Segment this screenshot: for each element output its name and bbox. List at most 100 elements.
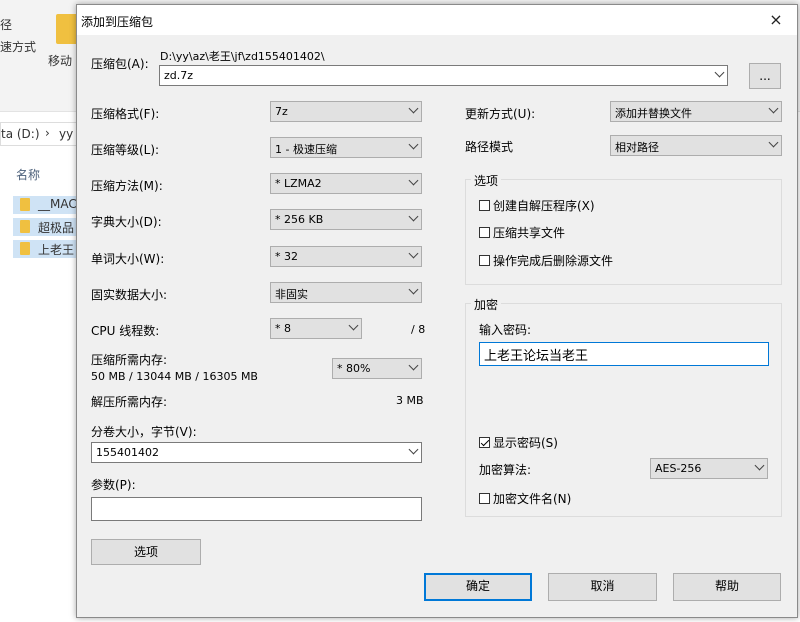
address-drive: ta (D:) — [1, 127, 40, 141]
enc-names-checkbox[interactable]: 加密文件名(N) — [479, 490, 571, 507]
column-header-name[interactable]: 名称 — [16, 166, 40, 183]
file-name: 超极品 — [38, 221, 75, 235]
password-label: 输入密码: — [479, 323, 532, 337]
solid-label: 固实数据大小: — [91, 288, 168, 302]
params-input[interactable] — [91, 497, 422, 521]
chevron-down-icon — [754, 460, 765, 471]
chevron-down-icon — [408, 284, 419, 295]
cancel-button[interactable]: 取消 — [548, 573, 657, 601]
add-to-archive-dialog: 添加到压缩包 × 压缩包(A): D:\yy\az\老王\jf\zd155401… — [76, 4, 798, 618]
opt-delete-label: 操作完成后删除源文件 — [493, 254, 614, 268]
ribbon-text: 速方式 — [0, 40, 37, 54]
chevron-down-icon — [768, 137, 779, 148]
mem-percent-select[interactable]: * 80% — [332, 358, 422, 379]
pathmode-label: 路径模式 — [465, 140, 514, 154]
options-button[interactable]: 选项 — [91, 539, 201, 565]
archive-name-value: zd.7z — [164, 69, 194, 82]
method-select[interactable]: * LZMA2 — [270, 173, 422, 194]
file-name: __MAC — [38, 197, 77, 211]
archive-name-combo[interactable]: zd.7z — [159, 65, 728, 86]
opt-shared-checkbox[interactable]: 压缩共享文件 — [479, 224, 565, 241]
pathmode-select[interactable]: 相对路径 — [610, 135, 782, 156]
browse-button[interactable]: ... — [749, 63, 781, 89]
level-label: 压缩等级(L): — [91, 143, 160, 157]
pathmode-value: 相对路径 — [615, 141, 659, 154]
folder-icon — [20, 242, 30, 255]
ribbon-text: 径 — [0, 18, 13, 32]
split-value: 155401402 — [96, 446, 159, 459]
close-icon[interactable]: × — [765, 9, 787, 31]
dict-value: * 256 KB — [275, 213, 324, 226]
mem-comp-value: 50 MB / 13044 MB / 16305 MB — [91, 370, 258, 383]
solid-select[interactable]: 非固实 — [270, 282, 422, 303]
opt-shared-label: 压缩共享文件 — [493, 226, 566, 240]
enc-names-label: 加密文件名(N) — [493, 492, 572, 506]
chevron-down-icon — [408, 360, 419, 371]
update-select[interactable]: 添加并替换文件 — [610, 101, 782, 122]
folder-icon — [20, 198, 30, 211]
help-button[interactable]: 帮助 — [673, 573, 781, 601]
method-value: * LZMA2 — [275, 177, 322, 190]
file-name: 上老王 — [38, 243, 75, 257]
cpu-select[interactable]: * 8 — [270, 318, 362, 339]
options-group-title: 选项 — [471, 172, 502, 189]
archive-path: D:\yy\az\老王\jf\zd155401402\ — [160, 50, 325, 63]
move-button[interactable]: 移动 — [48, 52, 72, 69]
level-value: 1 - 极速压缩 — [275, 143, 337, 156]
solid-value: 非固实 — [275, 288, 308, 301]
split-label: 分卷大小，字节(V): — [91, 425, 197, 439]
checkbox-box — [479, 200, 490, 211]
ok-button[interactable]: 确定 — [424, 573, 532, 601]
enc-method-select[interactable]: AES-256 — [650, 458, 768, 479]
format-value: 7z — [275, 105, 288, 118]
folder-icon — [20, 220, 30, 233]
address-folder: yy — [59, 127, 74, 141]
format-select[interactable]: 7z — [270, 101, 422, 122]
chevron-down-icon — [408, 248, 419, 259]
level-select[interactable]: 1 - 极速压缩 — [270, 137, 422, 158]
update-value: 添加并替换文件 — [615, 107, 692, 120]
chevron-down-icon — [714, 67, 725, 78]
opt-sfx-checkbox[interactable]: 创建自解压程序(X) — [479, 197, 595, 214]
chevron-right-icon: › — [45, 126, 50, 140]
chevron-down-icon — [408, 444, 419, 455]
mem-decomp-value: 3 MB — [396, 394, 424, 407]
word-value: * 32 — [275, 250, 298, 263]
mem-percent-value: * 80% — [337, 362, 371, 375]
cpu-value: * 8 — [275, 322, 291, 335]
address-bar[interactable]: ta (D:) › yy — [0, 122, 80, 146]
enc-method-label: 加密算法: — [479, 463, 532, 477]
archive-label: 压缩包(A): — [91, 57, 149, 71]
mem-decomp-label: 解压所需内存: — [91, 395, 168, 409]
chevron-down-icon — [408, 139, 419, 150]
word-select[interactable]: * 32 — [270, 246, 422, 267]
show-password-checkbox[interactable]: 显示密码(S) — [479, 434, 558, 451]
enc-method-value: AES-256 — [655, 462, 702, 475]
split-combo[interactable]: 155401402 — [91, 442, 422, 463]
mem-comp-label: 压缩所需内存: — [91, 353, 168, 367]
chevron-down-icon — [408, 211, 419, 222]
checkbox-box — [479, 493, 490, 504]
checkbox-checked — [479, 437, 490, 448]
dict-label: 字典大小(D): — [91, 215, 162, 229]
params-label: 参数(P): — [91, 478, 136, 492]
move-folder-icon — [56, 14, 78, 44]
format-label: 压缩格式(F): — [91, 107, 160, 121]
method-label: 压缩方法(M): — [91, 179, 163, 193]
cpu-label: CPU 线程数: — [91, 324, 160, 338]
chevron-down-icon — [348, 320, 359, 331]
password-input[interactable]: 上老王论坛当老王 — [479, 342, 769, 366]
cpu-max: / 8 — [411, 323, 426, 336]
opt-delete-checkbox[interactable]: 操作完成后删除源文件 — [479, 252, 613, 269]
show-password-label: 显示密码(S) — [493, 436, 558, 450]
title-bar: 添加到压缩包 × — [77, 5, 797, 35]
checkbox-box — [479, 227, 490, 238]
opt-sfx-label: 创建自解压程序(X) — [493, 199, 595, 213]
encryption-group-title: 加密 — [471, 296, 502, 313]
chevron-down-icon — [768, 103, 779, 114]
dict-select[interactable]: * 256 KB — [270, 209, 422, 230]
update-label: 更新方式(U): — [465, 107, 536, 121]
chevron-down-icon — [408, 175, 419, 186]
chevron-down-icon — [408, 103, 419, 114]
dialog-title: 添加到压缩包 — [81, 15, 154, 29]
